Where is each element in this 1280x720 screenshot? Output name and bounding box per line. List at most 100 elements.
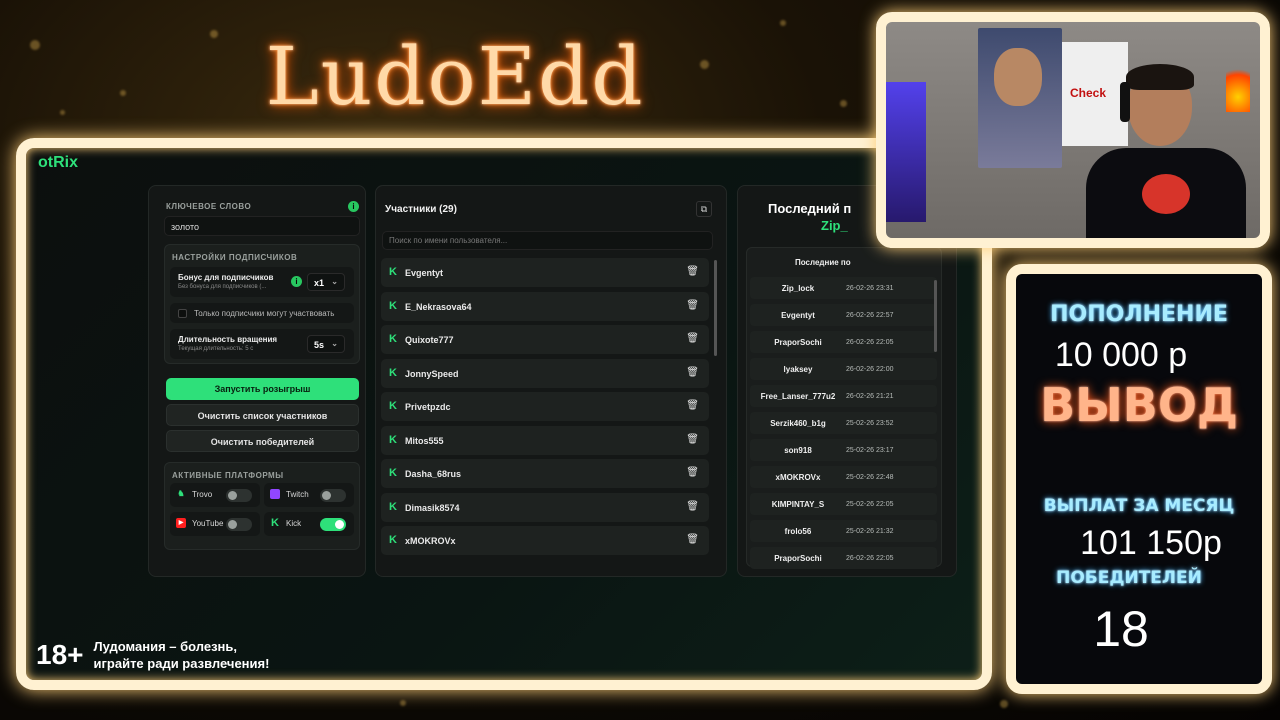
winner-name: PraporSochi [774,338,822,347]
winner-date: 26-02-26 22:05 [846,555,894,562]
bonus-select-value: x1 [314,278,325,288]
winner-date: 26-02-26 22:57 [846,312,894,319]
chevron-down-icon: ⌄ [331,339,338,348]
start-draw-button[interactable]: Запустить розыгрыш [166,378,359,400]
winner-name: Serzik460_b1g [770,419,826,428]
winner-date: 25-02-26 22:48 [846,474,894,481]
warning-line-1: Лудомания – болезнь, [93,639,238,654]
winner-name: PraporSochi [774,554,822,563]
participant-row[interactable]: K Quixote777 🗑 [381,325,709,354]
platform-name: YouTube [192,519,224,528]
twitch-toggle[interactable] [320,489,346,502]
deposit-value: 10 000 р [1054,336,1188,374]
participants-search-input[interactable]: Поиск по имени пользователя... [382,231,713,250]
platform-trovo: ♞ Trovo [170,483,260,507]
participant-name: Dasha_68rus [405,469,462,479]
kick-icon: K [271,517,279,529]
spin-select[interactable]: 5s ⌄ [307,335,345,353]
age-badge: 18+ [36,639,84,670]
participant-row[interactable]: K Evgentyt 🗑 [381,258,709,287]
winner-date: 26-02-26 21:21 [846,393,894,400]
trash-icon[interactable]: 🗑 [686,467,699,478]
clear-winners-button[interactable]: Очистить победителей [166,430,359,452]
trash-icon[interactable]: 🗑 [686,333,699,344]
participant-row[interactable]: K Dimasik8574 🗑 [381,492,709,522]
subscriber-settings-label: НАСТРОЙКИ ПОДПИСЧИКОВ [172,253,298,262]
clear-participants-button[interactable]: Очистить список участников [166,404,359,426]
info-icon[interactable]: i [348,201,359,212]
winner-date: 25-02-26 21:32 [846,528,894,535]
bonus-info-icon[interactable]: i [291,276,302,287]
kick-toggle[interactable] [320,518,346,531]
participant-name: E_Nekrasova64 [405,301,472,312]
winner-row: lyaksey 26-02-26 22:00 [750,358,937,380]
participant-name: Mitos555 [405,435,444,446]
participant-row[interactable]: K Mitos555 🗑 [381,425,709,455]
app-window: otRix КЛЮЧЕВОЕ СЛОВО i золото НАСТРОЙКИ … [16,138,992,690]
winners-scrollbar[interactable] [934,280,937,352]
platform-youtube: ▶ YouTube [170,512,260,536]
winner-date: 26-02-26 23:31 [846,285,894,292]
youtube-toggle[interactable] [226,518,252,531]
winner-name: Free_Lanser_777u2 [760,392,836,401]
winners-value: 18 [1093,601,1149,657]
platform-name: Kick [286,519,302,528]
bonus-title: Бонус для подписчиков [178,273,274,282]
last-winner-name: Zip_ [821,218,848,233]
participants-scrollbar[interactable] [714,260,717,356]
participant-name: Dimasik8574 [405,502,460,513]
trovo-icon: ♞ [177,489,185,498]
winner-name: KIMPINTAY_S [771,500,825,509]
winner-date: 26-02-26 22:05 [846,339,894,346]
winner-row: son918 25-02-26 23:17 [750,439,937,461]
winner-date: 26-02-26 22:00 [846,366,894,373]
recent-winners: Последние по Zip_lock 26-02-26 23:31 Evgen… [746,247,942,569]
deposit-label: ПОПОЛНЕНИЕ [1050,302,1228,327]
trovo-toggle[interactable] [226,489,252,502]
bonus-select[interactable]: x1 ⌄ [307,273,345,291]
winner-name: Zip_lock [781,284,815,293]
payouts-label: ВЫПЛАТ ЗА МЕСЯЦ [1043,496,1235,516]
winner-date: 25-02-26 23:52 [846,420,894,427]
shirt-logo [1142,174,1190,214]
winners-label: ПОБЕДИТЕЛЕЙ [1056,568,1202,588]
chevron-down-icon: ⌄ [331,277,338,286]
trash-icon[interactable]: 🗑 [686,300,699,311]
winner-date: 25-02-26 23:17 [846,447,894,454]
trash-icon[interactable]: 🗑 [686,501,699,512]
trash-icon[interactable]: 🗑 [686,534,699,545]
winner-row: PraporSochi 26-02-26 22:05 [750,331,937,353]
winner-row: frolo56 25-02-26 21:32 [750,520,937,542]
participant-row[interactable]: K JonnySpeed 🗑 [381,358,709,388]
platform-name: Trovo [192,490,213,499]
platform-name: Twitch [286,490,309,499]
copy-icon[interactable]: ⧉ [696,201,712,217]
trash-icon[interactable]: 🗑 [686,367,699,378]
kick-icon: K [389,366,397,379]
winner-date: 25-02-26 22:05 [846,501,894,508]
warning-line-2: играйте ради развлечения! [93,656,270,671]
kick-icon: K [389,467,397,479]
participant-row[interactable]: K Dasha_68rus 🗑 [381,459,709,488]
winner-row: Zip_lock 26-02-26 23:31 [750,277,937,299]
subscriber-settings: НАСТРОЙКИ ПОДПИСЧИКОВ Бонус для подписчи… [164,244,360,364]
kick-icon: K [389,299,397,312]
only-subs-checkbox[interactable] [178,309,187,318]
trash-icon[interactable]: 🗑 [686,266,699,277]
bonus-subtitle: Без бонуса для подписчиков (... [178,284,267,290]
participant-row[interactable]: K Privetpzdc 🗑 [381,392,709,421]
trash-icon[interactable]: 🗑 [686,434,699,445]
platforms-section: АКТИВНЫЕ ПЛАТФОРМЫ ♞ Trovo Twitch ▶ YouT… [164,462,360,550]
spin-subtitle: Текущая длительность: 5 с [178,346,254,352]
trash-icon[interactable]: 🗑 [686,400,699,411]
app-brand: otRix [38,154,78,171]
keyword-input[interactable]: золото [164,216,360,236]
participant-name: Quixote777 [405,335,454,345]
headset-icon [1120,82,1130,122]
participant-row[interactable]: KxMOKROVx 🗑 [381,526,709,555]
participants-panel: Участники (29) ⧉ Поиск по имени пользова… [375,185,727,577]
participant-row[interactable]: K E_Nekrasova64 🗑 [381,291,709,321]
winner-row: Evgentyt 26-02-26 22:57 [750,304,937,326]
kick-icon: K [389,400,397,412]
only-subs-row[interactable]: Только подписчики могут участвовать [170,303,354,323]
